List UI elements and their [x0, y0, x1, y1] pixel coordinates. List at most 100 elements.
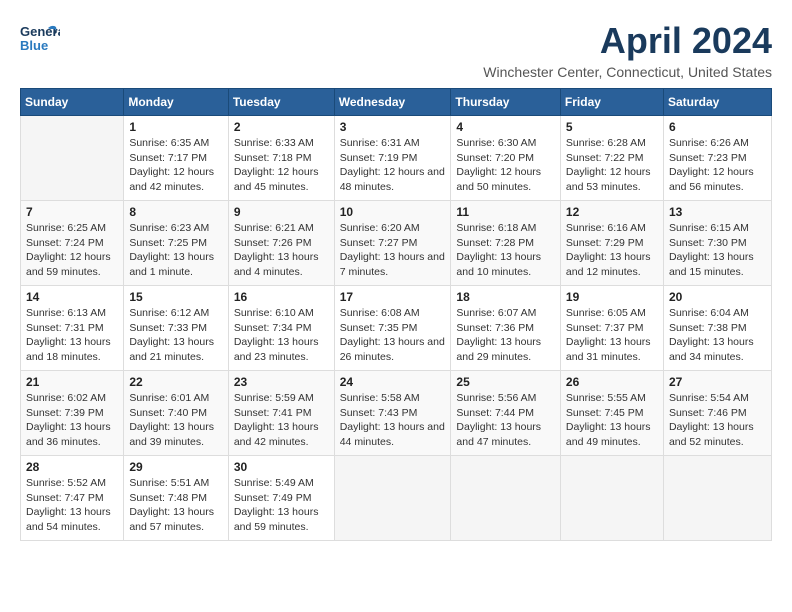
calendar-cell: 28 Sunrise: 5:52 AMSunset: 7:47 PMDayligh…: [21, 456, 124, 541]
day-info: Sunrise: 6:15 AMSunset: 7:30 PMDaylight:…: [669, 221, 766, 280]
calendar-cell: 19 Sunrise: 6:05 AMSunset: 7:37 PMDayligh…: [560, 286, 663, 371]
calendar-cell: 24 Sunrise: 5:58 AMSunset: 7:43 PMDayligh…: [334, 371, 451, 456]
weekday-header-sunday: Sunday: [21, 89, 124, 116]
calendar-cell: 12 Sunrise: 6:16 AMSunset: 7:29 PMDayligh…: [560, 201, 663, 286]
day-number: 9: [234, 205, 329, 219]
day-info: Sunrise: 6:12 AMSunset: 7:33 PMDaylight:…: [129, 306, 222, 365]
calendar-cell: 20Sunrise: 6:04 AMSunset: 7:38 PMDayligh…: [663, 286, 771, 371]
calendar-cell: 10 Sunrise: 6:20 AMSunset: 7:27 PMDayligh…: [334, 201, 451, 286]
header: General Blue April 2024 Winchester Cente…: [20, 20, 772, 80]
day-info: Sunrise: 6:18 AMSunset: 7:28 PMDaylight:…: [456, 221, 555, 280]
calendar-cell: 4Sunrise: 6:30 AMSunset: 7:20 PMDaylight…: [451, 116, 561, 201]
day-info: Sunrise: 5:49 AMSunset: 7:49 PMDaylight:…: [234, 476, 329, 535]
calendar-cell: 7 Sunrise: 6:25 AMSunset: 7:24 PMDaylight…: [21, 201, 124, 286]
day-info: Sunrise: 6:01 AMSunset: 7:40 PMDaylight:…: [129, 391, 222, 450]
day-info: Sunrise: 6:35 AMSunset: 7:17 PMDaylight:…: [129, 136, 222, 195]
calendar-cell: 27 Sunrise: 5:54 AMSunset: 7:46 PMDayligh…: [663, 371, 771, 456]
calendar-cell: 5 Sunrise: 6:28 AMSunset: 7:22 PMDaylight…: [560, 116, 663, 201]
day-number: 10: [340, 205, 446, 219]
day-number: 7: [26, 205, 118, 219]
day-info: Sunrise: 5:55 AMSunset: 7:45 PMDaylight:…: [566, 391, 658, 450]
day-number: 5: [566, 120, 658, 134]
day-info: Sunrise: 6:33 AMSunset: 7:18 PMDaylight:…: [234, 136, 329, 195]
calendar-cell: 14Sunrise: 6:13 AMSunset: 7:31 PMDayligh…: [21, 286, 124, 371]
weekday-header-wednesday: Wednesday: [334, 89, 451, 116]
day-info: Sunrise: 5:56 AMSunset: 7:44 PMDaylight:…: [456, 391, 555, 450]
calendar-cell: 9Sunrise: 6:21 AMSunset: 7:26 PMDaylight…: [228, 201, 334, 286]
day-info: Sunrise: 6:20 AMSunset: 7:27 PMDaylight:…: [340, 221, 446, 280]
calendar-cell: 22 Sunrise: 6:01 AMSunset: 7:40 PMDayligh…: [124, 371, 228, 456]
calendar-cell: [451, 456, 561, 541]
calendar-cell: 17 Sunrise: 6:08 AMSunset: 7:35 PMDayligh…: [334, 286, 451, 371]
weekday-header-thursday: Thursday: [451, 89, 561, 116]
day-info: Sunrise: 6:31 AMSunset: 7:19 PMDaylight:…: [340, 136, 446, 195]
day-number: 28: [26, 460, 118, 474]
calendar-cell: [334, 456, 451, 541]
calendar-cell: 2 Sunrise: 6:33 AMSunset: 7:18 PMDaylight…: [228, 116, 334, 201]
day-info: Sunrise: 6:16 AMSunset: 7:29 PMDaylight:…: [566, 221, 658, 280]
calendar-cell: 16 Sunrise: 6:10 AMSunset: 7:34 PMDayligh…: [228, 286, 334, 371]
day-number: 14: [26, 290, 118, 304]
calendar-cell: [21, 116, 124, 201]
weekday-header-tuesday: Tuesday: [228, 89, 334, 116]
day-number: 13: [669, 205, 766, 219]
day-info: Sunrise: 5:59 AMSunset: 7:41 PMDaylight:…: [234, 391, 329, 450]
day-number: 6: [669, 120, 766, 134]
day-number: 21: [26, 375, 118, 389]
calendar-week-row-3: 14Sunrise: 6:13 AMSunset: 7:31 PMDayligh…: [21, 286, 772, 371]
page-container: General Blue April 2024 Winchester Cente…: [20, 20, 772, 541]
day-info: Sunrise: 5:54 AMSunset: 7:46 PMDaylight:…: [669, 391, 766, 450]
day-number: 11: [456, 205, 555, 219]
day-info: Sunrise: 6:25 AMSunset: 7:24 PMDaylight:…: [26, 221, 118, 280]
svg-text:Blue: Blue: [20, 38, 48, 53]
day-number: 27: [669, 375, 766, 389]
day-info: Sunrise: 5:52 AMSunset: 7:47 PMDaylight:…: [26, 476, 118, 535]
calendar-week-row-4: 21 Sunrise: 6:02 AMSunset: 7:39 PMDayligh…: [21, 371, 772, 456]
day-number: 24: [340, 375, 446, 389]
logo: General Blue: [20, 20, 60, 65]
day-info: Sunrise: 6:02 AMSunset: 7:39 PMDaylight:…: [26, 391, 118, 450]
weekday-header-row: SundayMondayTuesdayWednesdayThursdayFrid…: [21, 89, 772, 116]
calendar-cell: 15Sunrise: 6:12 AMSunset: 7:33 PMDayligh…: [124, 286, 228, 371]
day-number: 16: [234, 290, 329, 304]
calendar-week-row-1: 1 Sunrise: 6:35 AMSunset: 7:17 PMDaylight…: [21, 116, 772, 201]
location-title: Winchester Center, Connecticut, United S…: [483, 64, 772, 80]
day-number: 1: [129, 120, 222, 134]
day-info: Sunrise: 6:08 AMSunset: 7:35 PMDaylight:…: [340, 306, 446, 365]
calendar-table: SundayMondayTuesdayWednesdayThursdayFrid…: [20, 88, 772, 541]
day-info: Sunrise: 6:28 AMSunset: 7:22 PMDaylight:…: [566, 136, 658, 195]
day-number: 19: [566, 290, 658, 304]
calendar-cell: 3Sunrise: 6:31 AMSunset: 7:19 PMDaylight…: [334, 116, 451, 201]
day-number: 30: [234, 460, 329, 474]
calendar-cell: 29Sunrise: 5:51 AMSunset: 7:48 PMDayligh…: [124, 456, 228, 541]
day-info: Sunrise: 6:10 AMSunset: 7:34 PMDaylight:…: [234, 306, 329, 365]
day-number: 26: [566, 375, 658, 389]
day-number: 17: [340, 290, 446, 304]
day-number: 2: [234, 120, 329, 134]
day-number: 29: [129, 460, 222, 474]
weekday-header-monday: Monday: [124, 89, 228, 116]
calendar-cell: 6Sunrise: 6:26 AMSunset: 7:23 PMDaylight…: [663, 116, 771, 201]
calendar-cell: [663, 456, 771, 541]
day-info: Sunrise: 6:30 AMSunset: 7:20 PMDaylight:…: [456, 136, 555, 195]
month-title: April 2024: [483, 20, 772, 62]
day-info: Sunrise: 6:07 AMSunset: 7:36 PMDaylight:…: [456, 306, 555, 365]
day-number: 12: [566, 205, 658, 219]
day-number: 22: [129, 375, 222, 389]
calendar-cell: 13 Sunrise: 6:15 AMSunset: 7:30 PMDayligh…: [663, 201, 771, 286]
day-number: 18: [456, 290, 555, 304]
calendar-cell: 23Sunrise: 5:59 AMSunset: 7:41 PMDayligh…: [228, 371, 334, 456]
weekday-header-friday: Friday: [560, 89, 663, 116]
day-number: 25: [456, 375, 555, 389]
calendar-cell: 1 Sunrise: 6:35 AMSunset: 7:17 PMDaylight…: [124, 116, 228, 201]
day-info: Sunrise: 6:04 AMSunset: 7:38 PMDaylight:…: [669, 306, 766, 365]
title-area: April 2024 Winchester Center, Connecticu…: [483, 20, 772, 80]
day-info: Sunrise: 6:05 AMSunset: 7:37 PMDaylight:…: [566, 306, 658, 365]
logo-icon: General Blue: [20, 20, 60, 65]
calendar-cell: 25 Sunrise: 5:56 AMSunset: 7:44 PMDayligh…: [451, 371, 561, 456]
calendar-cell: 18 Sunrise: 6:07 AMSunset: 7:36 PMDayligh…: [451, 286, 561, 371]
calendar-week-row-2: 7 Sunrise: 6:25 AMSunset: 7:24 PMDaylight…: [21, 201, 772, 286]
calendar-cell: [560, 456, 663, 541]
day-info: Sunrise: 5:58 AMSunset: 7:43 PMDaylight:…: [340, 391, 446, 450]
calendar-week-row-5: 28 Sunrise: 5:52 AMSunset: 7:47 PMDayligh…: [21, 456, 772, 541]
